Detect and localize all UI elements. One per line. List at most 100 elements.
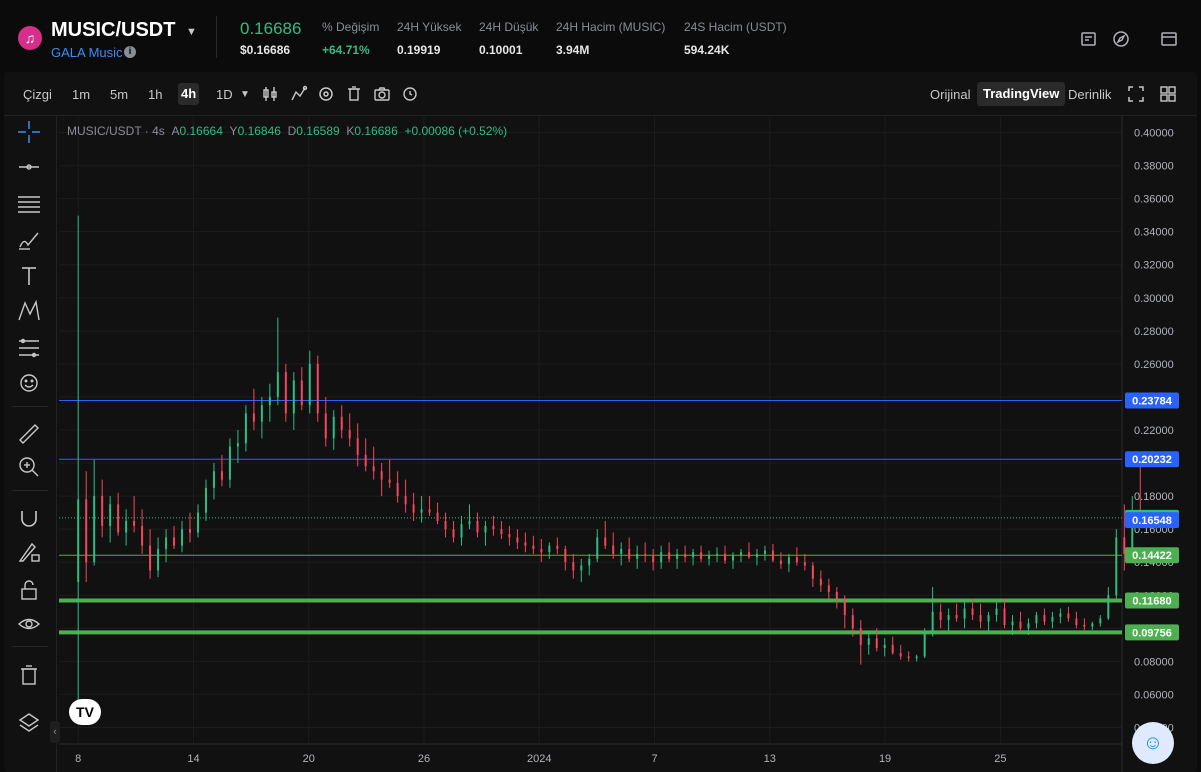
layers-icon[interactable] xyxy=(16,710,42,736)
pair-subtitle[interactable]: GALA Music xyxy=(51,45,123,60)
text-icon[interactable] xyxy=(16,263,42,289)
candle-body xyxy=(995,608,998,616)
ruler-icon[interactable] xyxy=(16,421,42,447)
interval-4h[interactable]: 4h xyxy=(178,83,200,105)
grid-layout-icon[interactable] xyxy=(1159,85,1177,103)
axis-price-label: 0.11680 xyxy=(1132,596,1171,608)
candle-body xyxy=(604,537,607,546)
layout-icon[interactable] xyxy=(1160,30,1178,48)
emoji-icon[interactable] xyxy=(16,370,42,396)
indicators-icon[interactable] xyxy=(290,85,308,103)
interval-dropdown-icon[interactable]: ▼ xyxy=(240,86,250,104)
candle-body xyxy=(1035,615,1038,624)
candle-body xyxy=(548,545,551,553)
candle-body xyxy=(843,598,846,616)
view-tradingview[interactable]: TradingView xyxy=(977,82,1066,106)
price-tick-label: 0.38000 xyxy=(1134,161,1174,173)
replay-icon[interactable] xyxy=(401,85,419,103)
price-tick-label: 0.26000 xyxy=(1134,359,1174,371)
interval-5m[interactable]: 5m xyxy=(110,86,128,104)
change-label: % Değişim xyxy=(322,20,380,34)
zoom-in-icon[interactable] xyxy=(16,454,42,480)
interval-1h[interactable]: 1h xyxy=(148,86,162,104)
time-tick-label: 13 xyxy=(764,753,776,765)
candle-body xyxy=(412,504,415,513)
candle-body xyxy=(452,529,455,538)
chart-type-line[interactable]: Çizgi xyxy=(23,86,52,104)
change-value: +64.71% xyxy=(322,43,370,57)
candle-body xyxy=(556,545,559,549)
candle-body xyxy=(708,555,711,559)
candle-body xyxy=(1019,621,1022,629)
music-note-icon: ♫ xyxy=(18,26,42,50)
eye-icon[interactable] xyxy=(16,611,42,637)
candle-body xyxy=(572,562,575,571)
trash-icon[interactable] xyxy=(16,662,42,688)
candle-body xyxy=(340,416,343,430)
axis-price-label: 0.23784 xyxy=(1132,396,1173,408)
candle-body xyxy=(460,524,463,538)
candle-body xyxy=(1011,621,1014,626)
volume-base-value: 3.94M xyxy=(556,43,590,57)
candle-body xyxy=(292,380,295,414)
candles-icon[interactable] xyxy=(261,85,279,103)
price-chart[interactable]: 0.40000 0.38000 0.36000 0.34000 0.32000 0.300… xyxy=(59,116,1197,772)
candle-body xyxy=(101,496,104,526)
unlock-icon[interactable] xyxy=(16,577,42,603)
crosshair-icon[interactable] xyxy=(16,119,42,145)
price-tick-label: 0.08000 xyxy=(1134,656,1174,668)
candle-body xyxy=(396,482,399,497)
candle-body xyxy=(316,363,319,414)
interval-1m[interactable]: 1m xyxy=(72,86,90,104)
legend-low-label: D xyxy=(287,124,297,138)
tools-divider xyxy=(12,406,48,407)
candle-body xyxy=(540,548,543,553)
candle-body xyxy=(85,499,88,563)
delete-icon[interactable] xyxy=(345,85,363,103)
time-tick-label: 7 xyxy=(651,753,657,765)
compass-icon[interactable] xyxy=(1112,30,1130,48)
camera-icon[interactable] xyxy=(373,85,391,103)
lock-drawing-icon[interactable] xyxy=(16,539,42,565)
low-label: 24H Düşük xyxy=(479,20,539,34)
settings-icon[interactable] xyxy=(317,85,335,103)
pattern-icon[interactable] xyxy=(16,298,42,324)
candle-body xyxy=(1091,623,1094,627)
news-icon[interactable] xyxy=(1080,30,1098,48)
tradingview-logo[interactable]: TV xyxy=(69,699,101,725)
prediction-icon[interactable] xyxy=(16,335,42,361)
assistant-avatar[interactable]: ☺ xyxy=(1132,722,1174,764)
magnet-icon[interactable] xyxy=(16,505,42,531)
chevron-down-icon[interactable]: ▼ xyxy=(186,26,197,38)
candle-body xyxy=(763,550,766,554)
candle-body xyxy=(181,529,184,546)
candle-body xyxy=(436,512,439,521)
view-original[interactable]: Orijinal xyxy=(930,86,970,104)
candle-body xyxy=(819,578,822,586)
candle-body xyxy=(500,529,503,535)
candle-body xyxy=(220,471,223,480)
legend-symbol: MUSIC/USDT · 4s xyxy=(67,124,165,138)
candle-body xyxy=(979,615,982,622)
candle-body xyxy=(1107,595,1110,619)
brush-icon[interactable] xyxy=(16,227,42,253)
candle-body xyxy=(388,479,391,483)
candle-body xyxy=(1123,537,1126,554)
candle-body xyxy=(891,644,894,654)
view-depth[interactable]: Derinlik xyxy=(1068,86,1111,104)
pair-title[interactable]: MUSIC/USDT xyxy=(51,19,175,42)
parallel-lines-icon[interactable] xyxy=(16,191,42,217)
candle-body xyxy=(284,372,287,414)
candlestick-chart-svg[interactable]: 0.40000 0.38000 0.36000 0.34000 0.32000 0.300… xyxy=(59,116,1197,772)
fullscreen-icon[interactable] xyxy=(1127,85,1145,103)
candle-body xyxy=(620,548,623,554)
candle-body xyxy=(915,656,918,659)
candle-body xyxy=(859,628,862,645)
interval-1d[interactable]: 1D xyxy=(216,86,233,104)
candle-body xyxy=(1075,618,1078,626)
info-icon[interactable]: i xyxy=(124,46,136,58)
time-tick-label: 2024 xyxy=(527,753,551,765)
horizontal-line-icon[interactable] xyxy=(16,154,42,180)
candle-body xyxy=(276,372,279,397)
time-tick-label: 20 xyxy=(303,753,315,765)
